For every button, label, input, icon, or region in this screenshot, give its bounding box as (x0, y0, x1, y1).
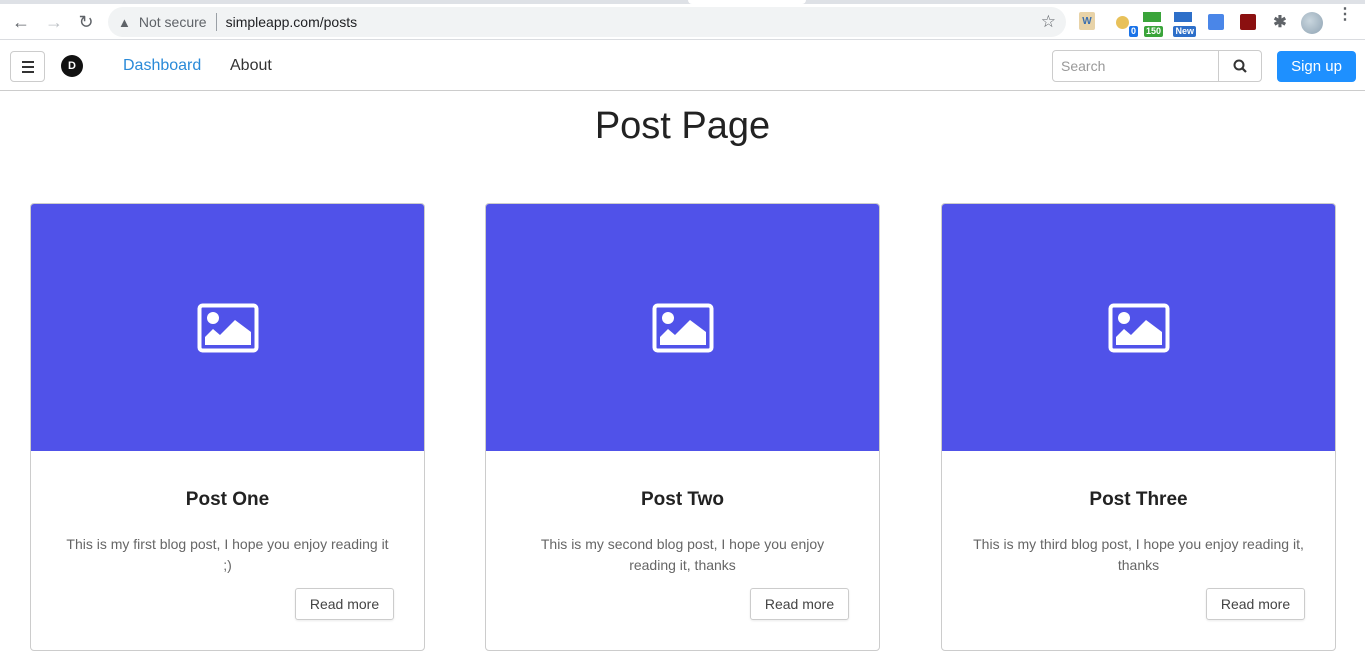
post-image-placeholder (31, 204, 424, 451)
post-card: Post One This is my first blog post, I h… (30, 203, 425, 651)
image-icon (652, 303, 713, 352)
counter-extension-icon[interactable]: 150 (1142, 12, 1163, 37)
arrow-right-icon: → (45, 11, 63, 32)
post-card: Post Two This is my second blog post, I … (485, 203, 880, 651)
hamburger-line (21, 65, 34, 68)
hamburger-line (21, 60, 34, 63)
new-extension-badge: New (1173, 26, 1196, 37)
site-navbar: D Dashboard About Sign up (0, 41, 1365, 91)
post-text: This is my second blog post, I hope you … (540, 536, 825, 573)
url-text[interactable]: simpleapp.com/posts (226, 14, 358, 30)
warning-icon: ▲ (118, 14, 131, 30)
search-button[interactable] (1218, 51, 1261, 81)
hamburger-line (21, 70, 34, 73)
forward-button[interactable]: → (42, 10, 66, 34)
post-image-placeholder (942, 204, 1335, 451)
post-text: This is my first blog post, I hope you e… (66, 536, 389, 573)
post-text: This is my third blog post, I hope you e… (973, 536, 1304, 573)
nav-link-about[interactable]: About (230, 57, 272, 75)
browser-toolbar: ← → ↻ ▲ Not secure simpleapp.com/posts ☆… (0, 4, 1365, 40)
new-shape (1174, 12, 1192, 22)
address-bar[interactable]: ▲ Not secure simpleapp.com/posts ☆ (108, 7, 1066, 37)
post-image-placeholder (486, 204, 879, 451)
brand-logo[interactable]: D (61, 55, 83, 77)
signup-button[interactable]: Sign up (1277, 51, 1356, 82)
post-title: Post One (185, 489, 270, 510)
pdf-shape (1240, 14, 1256, 30)
menu-toggle-button[interactable] (10, 51, 45, 82)
counter-shape (1143, 12, 1161, 22)
search-icon (1233, 59, 1247, 73)
security-label[interactable]: Not secure (139, 14, 207, 30)
w-extension-label: W (1082, 15, 1092, 27)
arrow-left-icon: ← (12, 11, 30, 32)
image-icon (1108, 303, 1169, 352)
translate-shape (1208, 14, 1224, 30)
profile-avatar[interactable] (1301, 12, 1323, 34)
brand-letter: D (68, 60, 76, 72)
pin-extension-icon[interactable]: 0 (1112, 12, 1138, 37)
bookmark-star-icon[interactable]: ☆ (1041, 12, 1056, 32)
translate-extension-icon[interactable] (1206, 12, 1226, 32)
puzzle-extension-icon[interactable]: ✱ (1270, 12, 1290, 32)
read-more-button[interactable]: Read more (750, 588, 849, 620)
search-form (1052, 50, 1262, 82)
reload-button[interactable]: ↻ (74, 10, 98, 34)
pdf-extension-icon[interactable] (1238, 12, 1258, 32)
read-more-button[interactable]: Read more (295, 588, 394, 620)
pin-extension-badge: 0 (1128, 26, 1138, 37)
read-more-button[interactable]: Read more (1206, 588, 1305, 620)
back-button[interactable]: ← (9, 10, 33, 34)
post-title: Post Two (640, 489, 725, 510)
reload-icon: ↻ (78, 11, 94, 32)
search-input[interactable] (1053, 51, 1218, 81)
page-title: Post Page (594, 105, 771, 147)
image-icon (197, 303, 258, 352)
post-card: Post Three This is my third blog post, I… (941, 203, 1336, 651)
more-menu-icon[interactable]: ⋮ (1337, 7, 1353, 23)
pin-shape (1115, 15, 1129, 29)
counter-extension-badge: 150 (1143, 26, 1163, 37)
divider (215, 13, 217, 31)
nav-link-dashboard[interactable]: Dashboard (123, 57, 201, 75)
w-extension-icon[interactable]: W (1079, 12, 1095, 30)
post-title: Post Three (1089, 489, 1188, 510)
new-extension-icon[interactable]: New (1173, 12, 1196, 37)
